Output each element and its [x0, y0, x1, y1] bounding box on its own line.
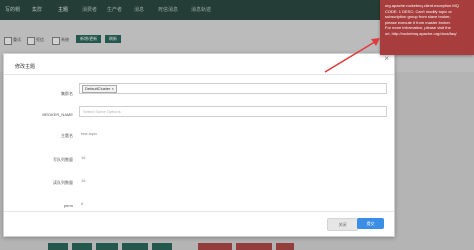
annotation-arrow-icon: [324, 38, 380, 73]
